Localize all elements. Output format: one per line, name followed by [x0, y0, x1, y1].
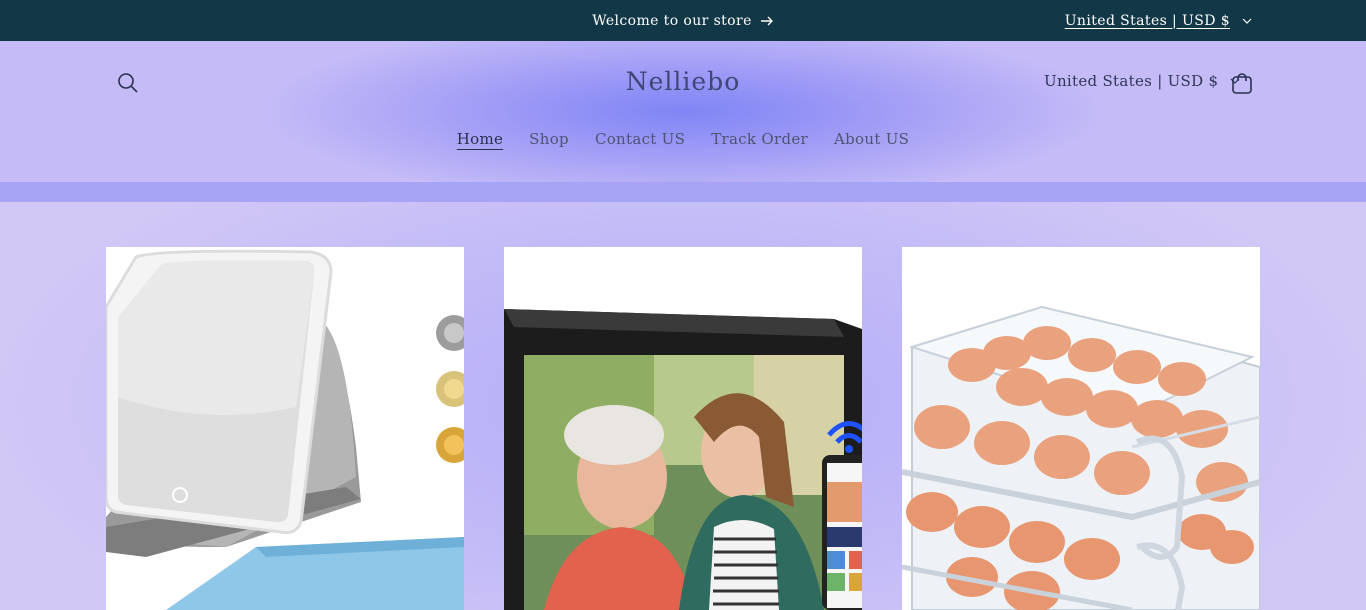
announcement-locale-label: United States | USD $	[1064, 12, 1230, 29]
header-divider-strip	[0, 182, 1366, 202]
chevron-down-icon	[1242, 18, 1252, 24]
header-locale-selector[interactable]: United States | USD $	[1044, 72, 1240, 90]
digital-photo-frame-image	[504, 247, 862, 610]
main-nav: Home Shop Contact US Track Order About U…	[0, 130, 1366, 148]
nav-item-about-us[interactable]: About US	[834, 130, 909, 148]
header-locale-label: United States | USD $	[1044, 72, 1219, 90]
cart-button[interactable]	[1230, 71, 1254, 95]
stackable-egg-storage-drawers-image	[902, 247, 1260, 610]
announcement-message: Welcome to our store	[592, 12, 752, 29]
nav-item-home[interactable]: Home	[457, 130, 503, 148]
product-card-photo-frame[interactable]	[504, 247, 862, 610]
nav-item-contact-us[interactable]: Contact US	[595, 130, 685, 148]
arrow-right-icon	[760, 16, 773, 25]
announcement-locale-selector[interactable]: United States | USD $	[1065, 0, 1252, 41]
announcement-bar: Welcome to our store United States | USD…	[0, 0, 1366, 41]
product-grid	[0, 202, 1366, 610]
product-card-egg-storage[interactable]	[902, 247, 1260, 610]
cart-icon	[1232, 73, 1252, 94]
site-header: Nelliebo United States | USD $ Home Shop…	[0, 41, 1366, 182]
lighted-vanity-mirror-image	[106, 247, 464, 610]
product-card-mirror[interactable]	[106, 247, 464, 610]
nav-item-shop[interactable]: Shop	[529, 130, 569, 148]
nav-item-track-order[interactable]: Track Order	[711, 130, 808, 148]
